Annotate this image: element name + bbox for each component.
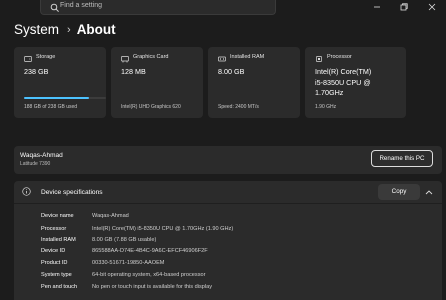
graphics-card-card[interactable]: Graphics Card 128 MB Intel(R) UHD Graphi… <box>111 47 203 118</box>
page-title: About <box>76 22 116 37</box>
close-button[interactable] <box>419 0 445 14</box>
close-icon <box>428 3 436 11</box>
memory-icon <box>218 56 226 62</box>
card-title: Storage <box>36 54 56 60</box>
minimize-button[interactable] <box>364 0 390 14</box>
chevron-up-icon[interactable] <box>425 189 433 195</box>
card-value: 8.00 GB <box>218 67 245 76</box>
card-value: 238 GB <box>24 67 49 76</box>
storage-usage-fill <box>24 97 89 99</box>
spec-key: Processor <box>41 226 67 232</box>
card-subtext: Intel(R) UHD Graphics 620 <box>121 104 181 110</box>
processor-card[interactable]: Processor Intel(R) Core(TM) i5-8350U CPU… <box>305 47 406 118</box>
spec-value: No pen or touch input is available for t… <box>92 284 213 290</box>
search-icon <box>50 3 59 12</box>
rename-pc-button[interactable]: Rename this PC <box>371 150 433 167</box>
spec-key: Pen and touch <box>41 284 78 290</box>
breadcrumb-parent[interactable]: System <box>14 22 59 37</box>
card-subtext: Speed: 2400 MT/s <box>218 104 259 110</box>
spec-value: 8.00 GB (7.88 GB usable) <box>92 237 157 243</box>
device-panel: Waqas-Ahmad Latitude 7390 Rename this PC <box>14 146 442 174</box>
spec-key: Product ID <box>41 260 68 266</box>
card-value: 128 MB <box>121 67 146 76</box>
spec-key: Device name <box>41 213 74 219</box>
minimize-icon <box>374 6 380 8</box>
spec-value: 00330-51671-19850-AAOEM <box>92 260 165 266</box>
storage-usage-bar <box>24 97 106 99</box>
card-title: Installed RAM <box>230 54 265 60</box>
breadcrumb: System › About <box>14 22 116 37</box>
card-title: Processor <box>327 54 352 60</box>
chevron-right-icon: › <box>67 24 71 36</box>
spec-value: Waqas-Ahmad <box>92 213 129 219</box>
installed-ram-card[interactable]: Installed RAM 8.00 GB Speed: 2400 MT/s <box>208 47 300 118</box>
card-value-line: 1.70GHz <box>315 88 344 97</box>
spec-key: Installed RAM <box>41 237 76 243</box>
card-subtext: 188 GB of 238 GB used <box>24 104 78 110</box>
spec-value: 865588AA-D74E-4B4C-9A6C-EFCF46906F2F <box>92 248 208 254</box>
divider <box>14 203 442 204</box>
spec-value: 64-bit operating system, x64-based proce… <box>92 272 206 278</box>
search-input[interactable]: Find a setting <box>60 2 102 9</box>
card-value-line: Intel(R) Core(TM) <box>315 67 372 76</box>
card-value-line: i5-8350U CPU @ <box>315 77 371 87</box>
device-model: Latitude 7390 <box>20 161 51 167</box>
maximize-button[interactable] <box>391 0 417 14</box>
storage-icon <box>24 56 32 62</box>
search-box[interactable]: Find a setting <box>40 0 276 15</box>
spec-key: System type <box>41 272 72 278</box>
card-title: Graphics Card <box>133 54 169 60</box>
processor-icon <box>316 56 322 62</box>
graphics-card-icon <box>121 56 129 63</box>
spec-value: Intel(R) Core(TM) i5-8350U CPU @ 1.70GHz… <box>92 226 234 232</box>
spec-key: Device ID <box>41 248 66 254</box>
device-name: Waqas-Ahmad <box>20 152 63 159</box>
device-specifications-section: Device specifications Copy Device name W… <box>14 181 442 300</box>
card-value: Intel(R) Core(TM) i5-8350U CPU @ 1.70GHz <box>315 67 371 99</box>
restore-icon <box>400 3 408 11</box>
storage-card[interactable]: Storage 238 GB 188 GB of 238 GB used <box>14 47 106 118</box>
copy-button[interactable]: Copy <box>378 184 420 200</box>
section-title: Device specifications <box>41 189 103 196</box>
info-icon <box>22 187 31 196</box>
card-subtext: 1.90 GHz <box>315 104 337 110</box>
title-bar: Find a setting <box>0 0 446 16</box>
